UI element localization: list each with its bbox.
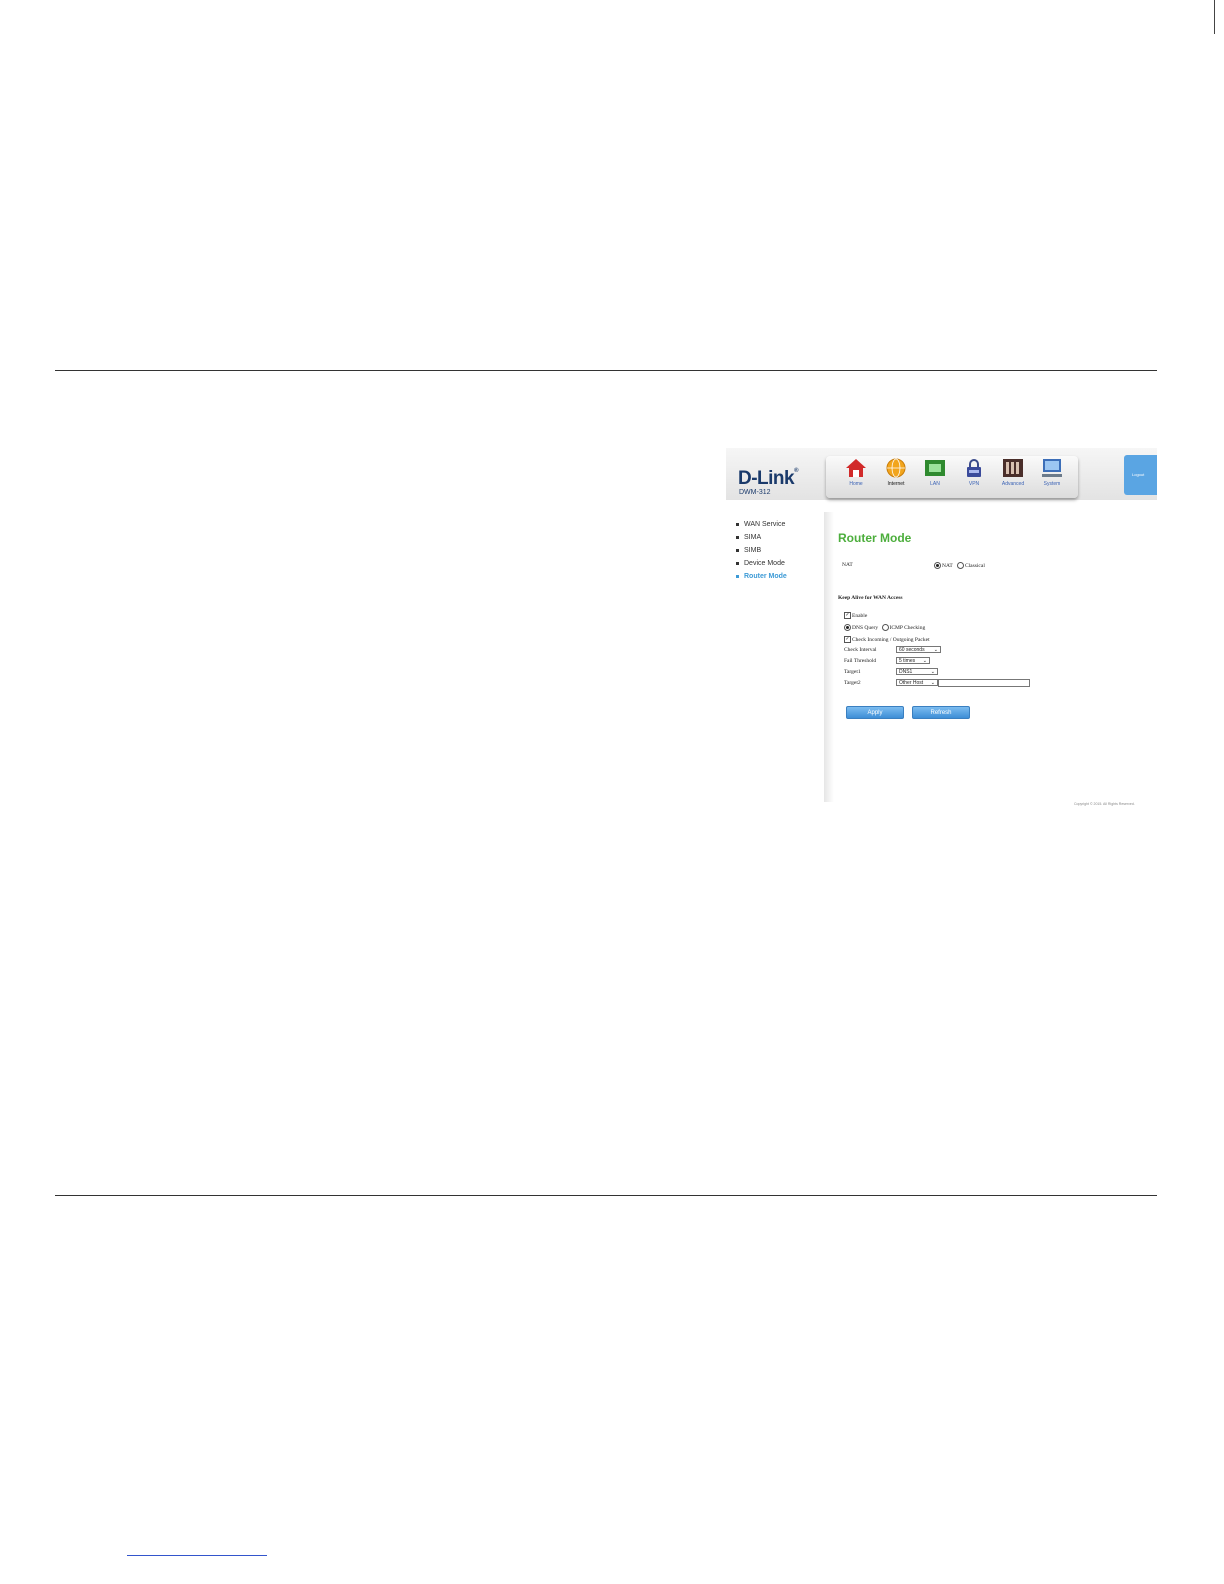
check-interval-select[interactable]: 60 seconds ⌄ <box>896 646 941 653</box>
chevron-down-icon: ⌄ <box>930 680 935 686</box>
check-method-row: DNS Query ICMP Checking <box>844 624 925 631</box>
bottom-divider <box>55 1195 1157 1196</box>
target2-select[interactable]: Other Host ⌄ <box>896 679 938 686</box>
dlink-logo: D-Link® <box>738 468 799 489</box>
nav-internet-label: Internet <box>887 481 905 487</box>
nav-lan-label: LAN <box>930 481 940 487</box>
check-interval-label: Check Interval <box>844 647 877 653</box>
nav-advanced-label: Advanced <box>1001 481 1025 487</box>
target1-label: Target1 <box>844 669 861 675</box>
icmp-label: ICMP Checking <box>889 624 926 631</box>
top-divider <box>55 370 1157 371</box>
check-traffic-label: Check Incoming / Outgoing Packet <box>852 636 930 643</box>
home-icon <box>846 459 866 477</box>
logout-button[interactable]: Logout <box>1124 455 1157 495</box>
nav-vpn[interactable]: VPN <box>956 458 992 487</box>
nat-option-label: NAT <box>942 562 953 569</box>
classical-radio[interactable] <box>956 562 964 569</box>
nat-radio[interactable] <box>934 562 941 569</box>
nav-vpn-label: VPN <box>968 481 980 487</box>
model-name: DWM-312 <box>739 489 771 496</box>
dns-query-label: DNS Query <box>852 624 879 631</box>
header-bar: D-Link® DWM-312 Home Internet LAN VPN Ad… <box>726 448 1157 500</box>
fail-threshold-select[interactable]: 5 times ⌄ <box>896 657 930 664</box>
apply-button[interactable]: Apply <box>846 706 904 719</box>
fail-threshold-value: 5 times <box>899 658 916 664</box>
nav-system[interactable]: System <box>1034 458 1070 487</box>
target2-label: Target2 <box>844 680 861 686</box>
sidebar-item-simb[interactable]: SIMB <box>736 544 787 557</box>
monitor-icon <box>1042 459 1062 477</box>
lan-icon <box>925 460 945 476</box>
fail-threshold-label: Fail Threshold <box>844 658 877 664</box>
router-mode-screenshot: D-Link® DWM-312 Home Internet LAN VPN Ad… <box>726 448 1157 810</box>
nav-system-label: System <box>1043 481 1061 487</box>
nav-advanced[interactable]: Advanced <box>995 458 1031 487</box>
target1-select[interactable]: DNS1 ⌄ <box>896 668 938 675</box>
page-title: Router Mode <box>838 531 912 545</box>
enable-label: Enable <box>852 612 868 619</box>
footer-link-underline[interactable] <box>127 1555 267 1556</box>
nat-mode-options: NAT Classical <box>934 562 985 569</box>
keepalive-heading: Keep Alive for WAN Access <box>838 595 903 601</box>
globe-icon <box>886 458 906 478</box>
chevron-down-icon: ⌄ <box>933 647 938 653</box>
sidebar-item-sima[interactable]: SIMA <box>736 531 787 544</box>
sidebar-item-router-mode[interactable]: Router Mode <box>736 570 787 583</box>
content-panel: Router Mode NAT NAT Classical Keep Alive… <box>824 512 1154 802</box>
enable-checkbox[interactable]: ✓ <box>844 612 851 619</box>
sidebar-item-wan-service[interactable]: WAN Service <box>736 518 787 531</box>
enable-row: ✓ Enable <box>844 612 867 619</box>
chevron-down-icon: ⌄ <box>922 658 927 664</box>
classical-option-label: Classical <box>964 562 985 569</box>
chevron-down-icon: ⌄ <box>930 669 935 675</box>
refresh-button[interactable]: Refresh <box>912 706 970 719</box>
logout-label: Logout <box>1132 472 1145 477</box>
nat-label: NAT <box>842 562 853 568</box>
check-traffic-checkbox[interactable]: ✓ <box>844 636 851 643</box>
sidebar: WAN Service SIMA SIMB Device Mode Router… <box>736 518 787 583</box>
check-interval-value: 60 seconds <box>899 647 925 653</box>
icmp-radio[interactable] <box>881 624 889 631</box>
lock-icon <box>967 459 981 477</box>
target2-host-input[interactable] <box>938 679 1030 687</box>
main-nav: Home Internet LAN VPN Advanced System <box>826 456 1078 498</box>
copyright-text: Copyright © 2015. All Rights Reserved. <box>1074 802 1135 806</box>
dns-query-radio[interactable] <box>844 624 851 631</box>
target1-value: DNS1 <box>899 669 913 675</box>
advanced-icon <box>1003 459 1023 477</box>
sidebar-item-device-mode[interactable]: Device Mode <box>736 557 787 570</box>
nav-home-label: Home <box>849 481 863 487</box>
check-traffic-row: ✓ Check Incoming / Outgoing Packet <box>844 636 930 643</box>
corner-crop-mark <box>1214 0 1215 34</box>
nav-internet[interactable]: Internet <box>878 458 914 487</box>
nav-home[interactable]: Home <box>838 458 874 487</box>
nav-lan[interactable]: LAN <box>917 458 953 487</box>
target2-value: Other Host <box>899 680 924 686</box>
